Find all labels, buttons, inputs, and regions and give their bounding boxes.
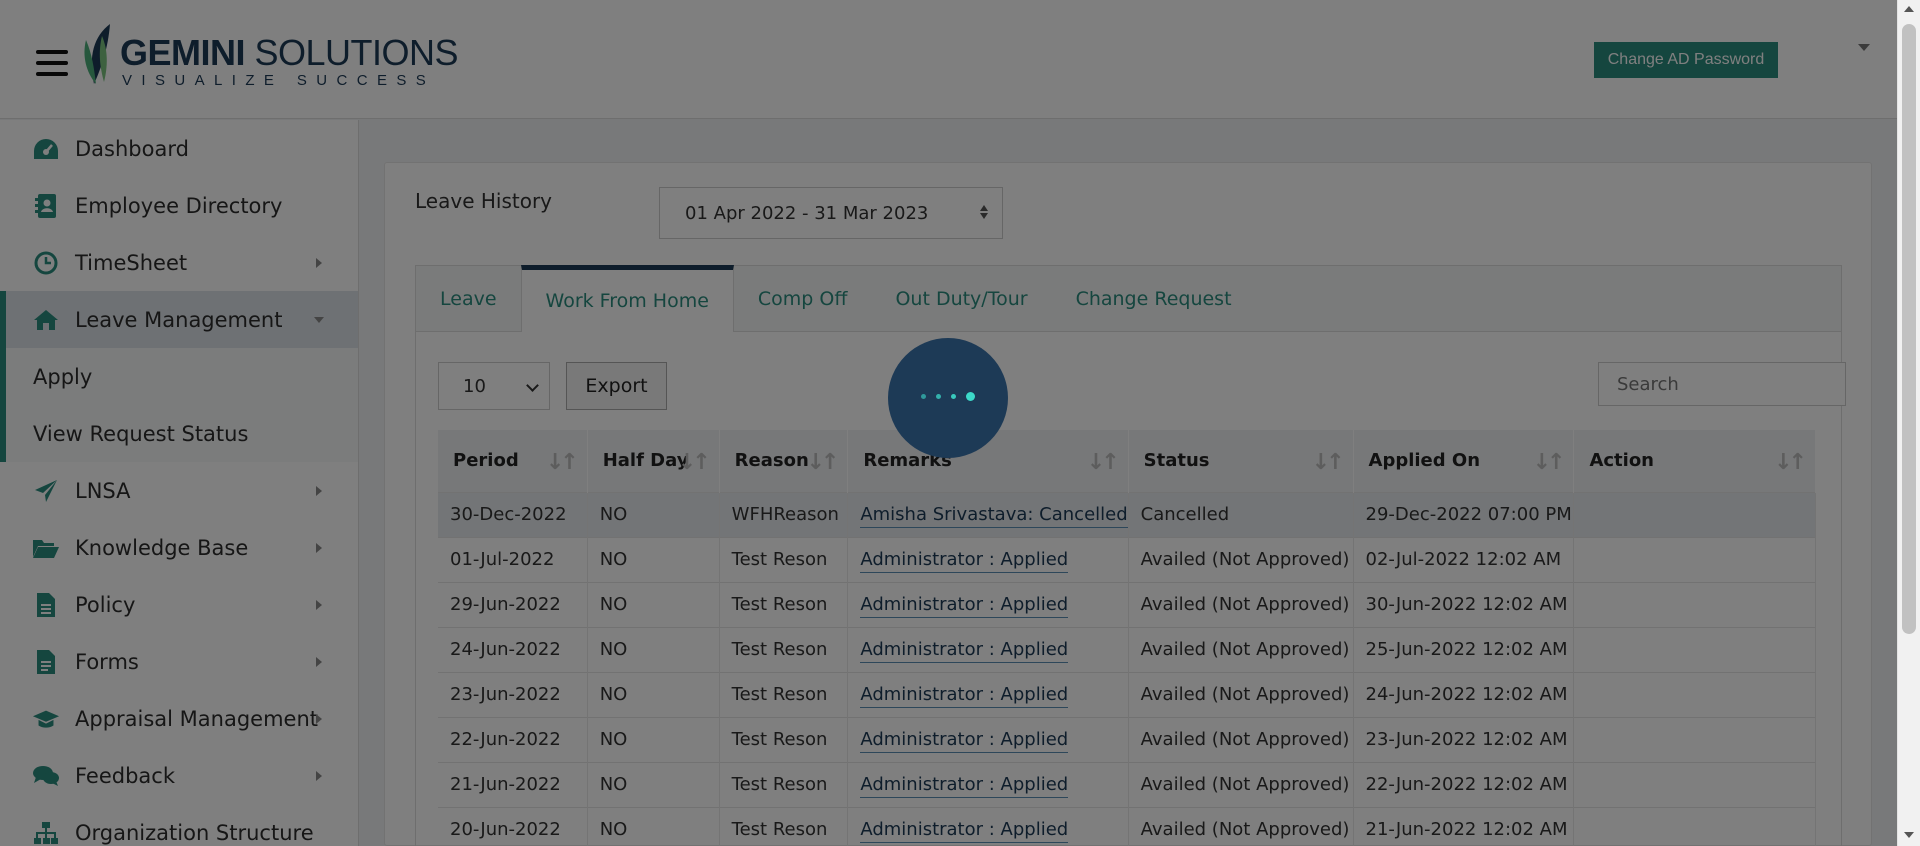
scroll-up-arrow-icon[interactable] <box>1904 6 1914 12</box>
loader-dot <box>951 394 956 399</box>
loader-dot <box>966 392 975 401</box>
loader-dot <box>936 394 941 399</box>
scrollbar-thumb[interactable] <box>1902 24 1916 634</box>
loading-spinner <box>888 338 1008 458</box>
page-scrollbar[interactable] <box>1897 0 1920 846</box>
loader-dot <box>921 394 926 399</box>
scroll-down-arrow-icon[interactable] <box>1904 832 1914 838</box>
